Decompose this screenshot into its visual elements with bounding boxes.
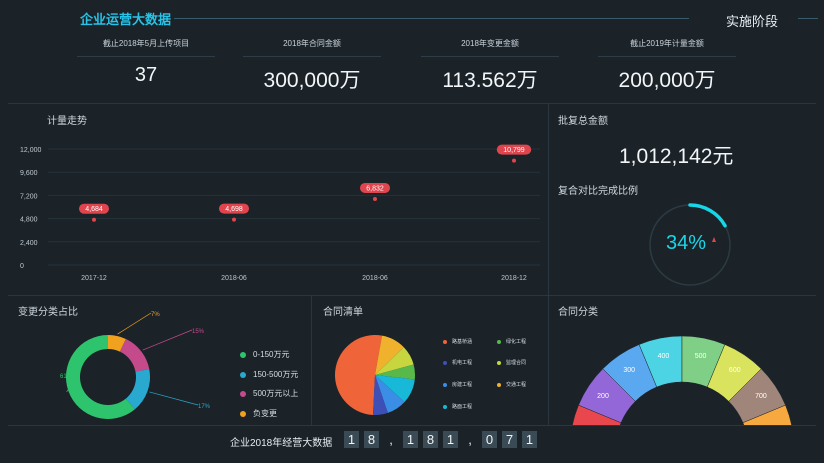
page-title: 企业运营大数据 [80,12,172,27]
approval-title: 批复总金额 [558,116,608,127]
panel-divider [311,295,312,425]
legend-item[interactable]: 绿化工程 [497,338,526,345]
x-tick-label: 2018-12 [501,275,527,282]
slice-label: 61% [60,374,73,380]
y-tick-label: 9,600 [20,170,38,177]
legend-item[interactable]: 路基桥涵 [443,338,472,345]
counter-separator: , [389,432,393,447]
data-point[interactable] [92,217,96,222]
counter-separator: , [468,432,472,447]
segment-label: 700 [755,393,767,400]
section-divider [8,295,816,296]
segment-label: 300 [623,367,635,374]
legend-dot [240,351,246,358]
completion-title: 复合对比完成比例 [558,186,638,197]
gauge-marker-icon [712,237,716,242]
data-point[interactable] [232,217,236,222]
counter-digit: 1 [344,431,359,448]
counter-digit: 0 [482,431,497,448]
gauge-progress [688,203,727,228]
legend-dot [240,371,246,378]
completion-value: 34% [666,232,707,254]
trend-chart: 0 2,400 4,800 7,200 9,600 12,000 2017-12 2018-… [20,144,540,282]
kpi-projects: 截止2018年5月上传项目 37 [77,38,215,87]
y-tick-label: 7,200 [20,193,38,200]
data-label: 4,698 [225,206,243,213]
data-label: 4,684 [85,206,103,213]
counter-digit: 1 [443,431,458,448]
kpi-value: 200,000万 [618,69,716,92]
counter-digit: 8 [364,431,379,448]
section-divider [8,103,816,104]
donut-slice[interactable] [119,338,150,372]
approval-value: 1,012,142元 [619,145,734,168]
footer-counter: 18,181,071 [344,431,542,449]
section-divider [8,425,816,426]
data-label: 10,799 [503,147,525,154]
x-tick-label: 2018-06 [362,275,388,282]
kpi-value: 300,000万 [263,69,361,92]
contract-category-title: 合同分类 [558,307,598,318]
y-tick-label: 0 [20,263,24,270]
kpi-label: 2018年变更金额 [461,39,519,48]
data-label: 6,832 [366,185,384,192]
legend-dot [240,410,246,417]
y-tick-label: 2,400 [20,240,38,247]
legend-item[interactable]: 负变更 [240,408,277,419]
kpi-label: 2018年合同金额 [283,39,341,48]
kpi-measure-amount: 截止2019年计量金额 200,000万 [598,38,736,94]
x-tick-label: 2017-12 [81,275,107,282]
counter-digit: 8 [423,431,438,448]
legend-dot [240,390,246,397]
counter-digit: 1 [522,431,537,448]
segment-label: 500 [695,353,707,360]
data-point[interactable] [373,196,377,201]
stage-selector[interactable]: 实施阶段 [726,11,778,30]
data-point[interactable] [512,158,516,163]
segment-label: 600 [729,367,741,374]
slice-label: 17% [198,404,211,410]
legend-item[interactable]: 500万元以上 [240,388,298,399]
kpi-value: 37 [134,64,158,86]
change-donut-chart: 61% 17% 15% 7% [60,312,211,419]
counter-digit: 1 [403,431,418,448]
stage-divider [798,18,818,19]
contract-list-title: 合同清单 [323,307,363,318]
title-divider [174,18,689,19]
legend-item[interactable]: 路面工程 [443,403,472,410]
label-leader [117,312,152,335]
counter-digit: 7 [502,431,517,448]
kpi-change-amount: 2018年变更金额 113.562万 [421,38,559,94]
kpi-label: 截止2018年5月上传项目 [102,39,190,48]
segment-label: 400 [658,353,670,360]
legend-item[interactable]: 0-150万元 [240,349,289,360]
legend-item[interactable]: 房建工程 [443,381,472,388]
y-tick-label: 4,800 [20,217,38,224]
x-tick-label: 2018-06 [221,275,247,282]
trend-title: 计量走势 [47,116,87,127]
legend-item[interactable]: 交通工程 [497,381,526,388]
legend-item[interactable]: 监理合同 [497,359,526,366]
kpi-contract-amount: 2018年合同金额 300,000万 [243,38,381,94]
slice-label: 7% [151,312,160,318]
y-tick-label: 12,000 [20,147,42,154]
kpi-label: 截止2019年计量金额 [630,39,704,48]
segment-label: 200 [597,393,609,400]
legend-item[interactable]: 150-500万元 [240,369,298,380]
kpi-value: 113.562万 [442,69,538,92]
slice-label: 15% [192,329,205,335]
label-leader [142,329,193,351]
legend-item[interactable]: 机电工程 [443,359,472,366]
contract-category-chart: 100200300400500600700800 [572,335,792,425]
label-leader [149,391,199,406]
contract-list-pie [335,335,415,415]
footer-label: 企业2018年经营大数据 [230,438,333,449]
